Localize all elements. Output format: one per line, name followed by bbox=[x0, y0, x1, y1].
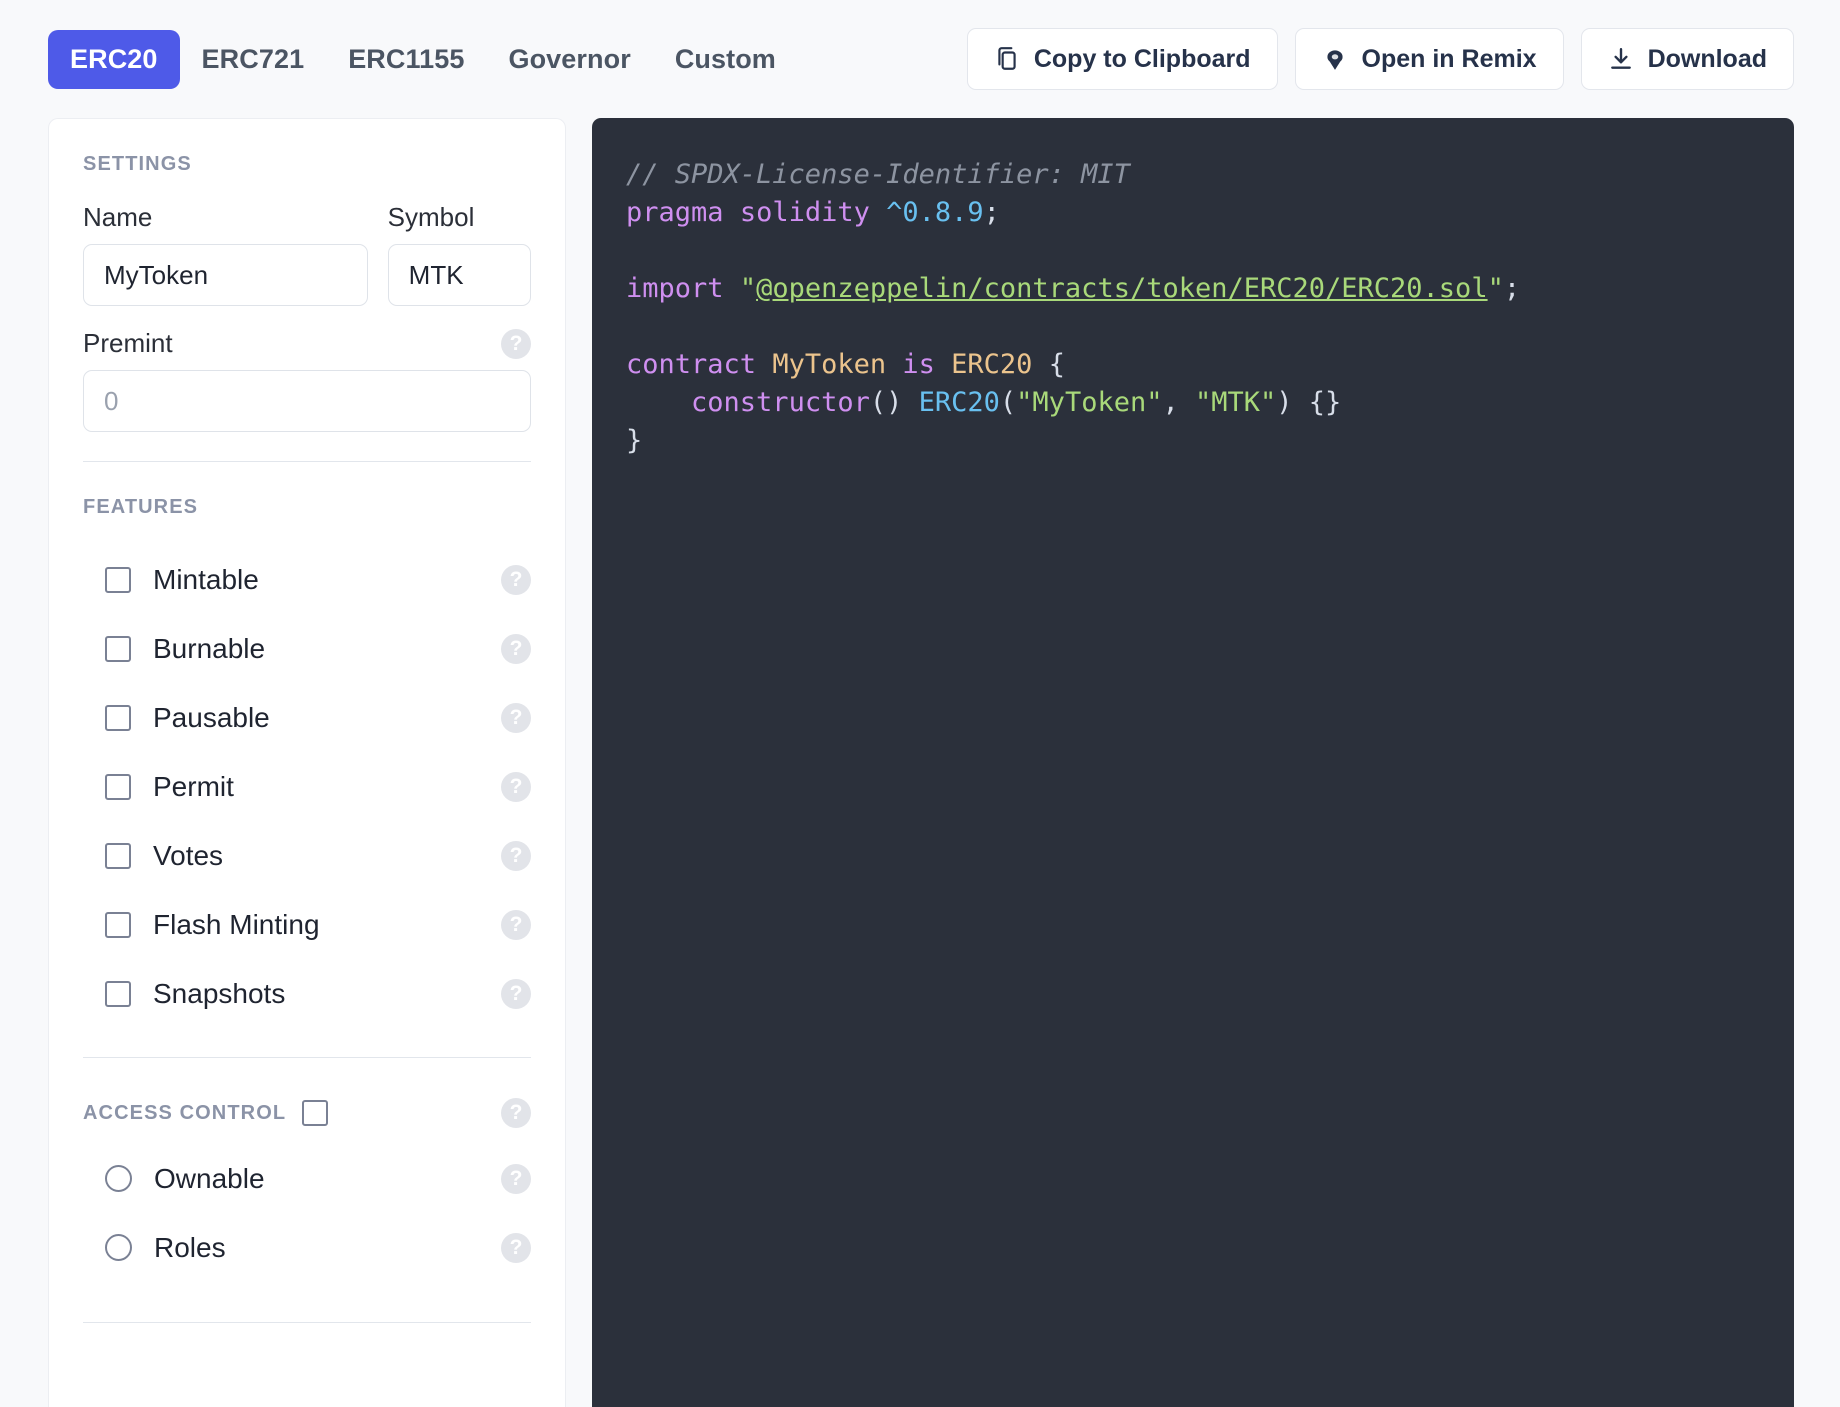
copy-icon bbox=[994, 46, 1020, 72]
name-input[interactable] bbox=[83, 244, 368, 306]
access-help-icon[interactable]: ? bbox=[501, 1232, 531, 1263]
settings-heading: SETTINGS bbox=[83, 153, 192, 175]
feature-label: Permit bbox=[153, 770, 234, 802]
feature-row-flash-minting[interactable]: Flash Minting? bbox=[83, 890, 531, 959]
feature-row-snapshots[interactable]: Snapshots? bbox=[83, 959, 531, 1028]
feature-row-votes[interactable]: Votes? bbox=[83, 821, 531, 890]
feature-checkbox-mintable[interactable] bbox=[105, 566, 131, 593]
access-label: Ownable bbox=[154, 1162, 265, 1194]
settings-divider bbox=[83, 461, 531, 462]
header-actions: Copy to Clipboard Open in Remix Download bbox=[966, 28, 1794, 90]
feature-label: Burnable bbox=[153, 632, 266, 664]
access-control-help-icon[interactable]: ? bbox=[501, 1098, 531, 1128]
feature-row-burnable[interactable]: Burnable? bbox=[83, 614, 531, 683]
access-radio-ownable[interactable] bbox=[105, 1165, 132, 1192]
contracts-wizard-app: ERC20 ERC721 ERC1155 Governor Custom Copy to… bbox=[0, 0, 1840, 1407]
feature-label: Flash Minting bbox=[153, 908, 320, 940]
feature-help-icon[interactable]: ? bbox=[501, 633, 531, 664]
premint-label-row: Premint ? bbox=[83, 328, 531, 359]
features-divider bbox=[83, 1057, 531, 1058]
main-body: SETTINGS Name Symbol Premint ? bbox=[0, 118, 1840, 1407]
feature-label: Votes bbox=[153, 839, 224, 871]
feature-checkbox-votes[interactable] bbox=[105, 842, 131, 869]
action-label: Download bbox=[1647, 44, 1767, 73]
remix-icon bbox=[1322, 46, 1348, 72]
premint-help-icon[interactable]: ? bbox=[501, 328, 531, 359]
feature-help-icon[interactable]: ? bbox=[501, 564, 531, 595]
header-bar: ERC20 ERC721 ERC1155 Governor Custom Copy to… bbox=[0, 0, 1840, 118]
access-control-heading: ACCESS CONTROL bbox=[83, 1101, 287, 1124]
access-row-roles[interactable]: Roles? bbox=[83, 1213, 531, 1282]
open-in-remix-button[interactable]: Open in Remix bbox=[1294, 28, 1564, 90]
premint-field-group: Premint ? bbox=[83, 328, 531, 432]
premint-input[interactable] bbox=[83, 370, 531, 432]
feature-help-icon[interactable]: ? bbox=[501, 771, 531, 802]
feature-label: Mintable bbox=[153, 563, 259, 595]
tab-erc20[interactable]: ERC20 bbox=[48, 29, 180, 89]
features-list: Mintable? Burnable? Pausable? Permit? Votes?… bbox=[83, 545, 531, 1028]
name-field-group: Name bbox=[83, 202, 368, 306]
feature-checkbox-pausable[interactable] bbox=[105, 704, 131, 731]
access-radio-roles[interactable] bbox=[105, 1234, 132, 1261]
feature-checkbox-permit[interactable] bbox=[105, 773, 131, 800]
access-help-icon[interactable]: ? bbox=[501, 1163, 531, 1194]
feature-row-mintable[interactable]: Mintable? bbox=[83, 545, 531, 614]
feature-help-icon[interactable]: ? bbox=[501, 909, 531, 940]
copy-to-clipboard-button[interactable]: Copy to Clipboard bbox=[966, 28, 1278, 90]
tab-governor[interactable]: Governor bbox=[486, 30, 652, 89]
access-control-checkbox[interactable] bbox=[302, 1100, 329, 1126]
feature-label: Pausable bbox=[153, 701, 270, 733]
symbol-label: Symbol bbox=[387, 202, 475, 232]
access-control-options: Ownable? Roles? bbox=[83, 1144, 531, 1282]
feature-help-icon[interactable]: ? bbox=[501, 978, 531, 1009]
code-preview-panel[interactable]: // SPDX-License-Identifier: MIT pragma s… bbox=[592, 118, 1794, 1407]
solidity-code: // SPDX-License-Identifier: MIT pragma s… bbox=[626, 159, 1521, 456]
symbol-field-group: Symbol bbox=[387, 202, 531, 306]
feature-checkbox-flash-minting[interactable] bbox=[105, 911, 131, 938]
action-label: Copy to Clipboard bbox=[1033, 44, 1251, 73]
name-label: Name bbox=[83, 202, 153, 232]
features-heading: FEATURES bbox=[83, 496, 199, 518]
download-button[interactable]: Download bbox=[1580, 28, 1794, 90]
symbol-input[interactable] bbox=[387, 244, 531, 306]
feature-checkbox-snapshots[interactable] bbox=[105, 980, 131, 1007]
settings-sidebar: SETTINGS Name Symbol Premint ? bbox=[48, 118, 566, 1407]
feature-row-permit[interactable]: Permit? bbox=[83, 752, 531, 821]
tab-custom[interactable]: Custom bbox=[653, 30, 798, 89]
tab-erc721[interactable]: ERC721 bbox=[180, 30, 327, 89]
feature-row-pausable[interactable]: Pausable? bbox=[83, 683, 531, 752]
feature-help-icon[interactable]: ? bbox=[501, 840, 531, 871]
access-control-header: ACCESS CONTROL ? bbox=[83, 1098, 531, 1128]
feature-help-icon[interactable]: ? bbox=[501, 702, 531, 733]
access-row-ownable[interactable]: Ownable? bbox=[83, 1144, 531, 1213]
feature-label: Snapshots bbox=[153, 977, 286, 1009]
feature-checkbox-burnable[interactable] bbox=[105, 635, 131, 662]
tab-erc1155[interactable]: ERC1155 bbox=[326, 30, 486, 89]
premint-label: Premint bbox=[83, 328, 173, 358]
contract-type-tabs: ERC20 ERC721 ERC1155 Governor Custom bbox=[48, 29, 798, 89]
access-divider bbox=[83, 1322, 531, 1323]
name-symbol-row: Name Symbol bbox=[83, 202, 531, 306]
action-label: Open in Remix bbox=[1361, 44, 1537, 73]
access-label: Roles bbox=[154, 1231, 226, 1263]
download-icon bbox=[1608, 46, 1634, 72]
